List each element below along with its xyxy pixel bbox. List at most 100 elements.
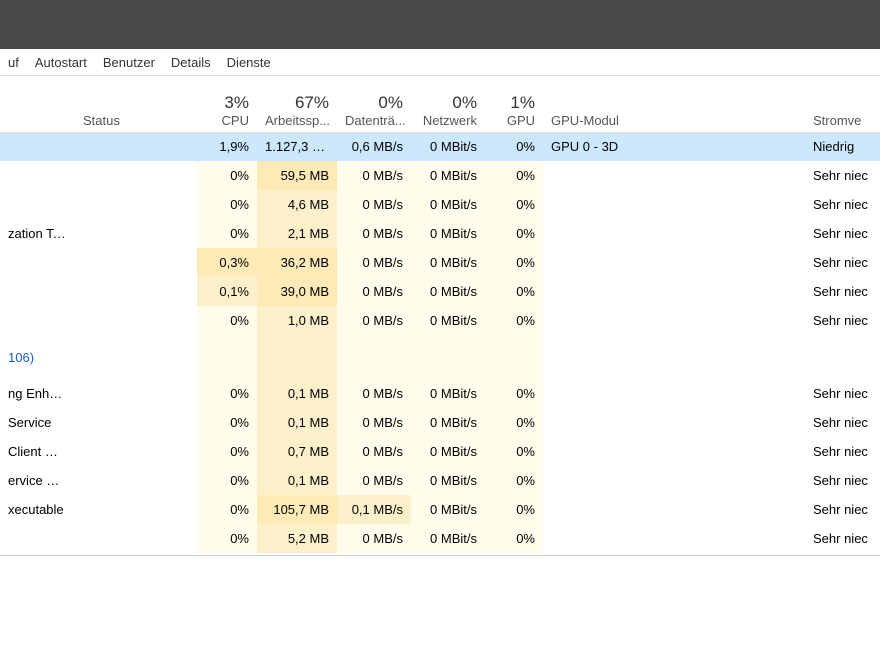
- col-header-cpu[interactable]: 3%CPU: [197, 76, 257, 132]
- network-cell: 0 MBit/s: [411, 161, 485, 190]
- memory-cell: 4,6 MB: [257, 190, 337, 219]
- cpu-cell: 0%: [197, 524, 257, 553]
- cpu-cell: 0,3%: [197, 248, 257, 277]
- disk-cell: 0,6 MB/s: [337, 132, 411, 161]
- status-cell: [75, 437, 197, 466]
- gpu-cell: 0%: [485, 524, 543, 553]
- cpu-cell: 0%: [197, 379, 257, 408]
- status-cell: [75, 379, 197, 408]
- gpu-module-cell: [543, 161, 805, 190]
- table-row[interactable]: ervice M...0%0,1 MB0 MB/s0 MBit/s0%Sehr …: [0, 466, 880, 495]
- tab-benutzer[interactable]: Benutzer: [95, 49, 163, 75]
- gpu-cell: 0%: [485, 306, 543, 335]
- table-row[interactable]: 0%1,0 MB0 MB/s0 MBit/s0%Sehr niec: [0, 306, 880, 335]
- col-header-network[interactable]: 0%Netzwerk: [411, 76, 485, 132]
- tab-truncated[interactable]: uf: [0, 49, 27, 75]
- process-name-cell: Client Mo...: [0, 437, 75, 466]
- process-name-cell: [0, 161, 75, 190]
- status-cell: [75, 306, 197, 335]
- network-cell: 0 MBit/s: [411, 277, 485, 306]
- gpu-cell: 0%: [485, 379, 543, 408]
- cpu-cell: [197, 335, 257, 379]
- disk-cell: 0 MB/s: [337, 437, 411, 466]
- process-name-cell: 106): [0, 335, 75, 379]
- status-cell: [75, 248, 197, 277]
- network-cell: 0 MBit/s: [411, 248, 485, 277]
- col-header-gpu-module[interactable]: GPU-Modul: [543, 76, 805, 132]
- gpu-cell: 0%: [485, 248, 543, 277]
- cpu-cell: 0%: [197, 408, 257, 437]
- power-cell: Sehr niec: [805, 161, 880, 190]
- col-header-disk[interactable]: 0%Datenträ...: [337, 76, 411, 132]
- memory-cell: 36,2 MB: [257, 248, 337, 277]
- table-row[interactable]: 0%4,6 MB0 MB/s0 MBit/s0%Sehr niec: [0, 190, 880, 219]
- gpu-cell: 0%: [485, 408, 543, 437]
- gpu-cell: 0%: [485, 219, 543, 248]
- disk-cell: 0,1 MB/s: [337, 495, 411, 524]
- cpu-cell: 0%: [197, 306, 257, 335]
- cpu-cell: 0%: [197, 161, 257, 190]
- table-row[interactable]: Service0%0,1 MB0 MB/s0 MBit/s0%Sehr niec: [0, 408, 880, 437]
- cpu-cell: 0%: [197, 495, 257, 524]
- disk-cell: 0 MB/s: [337, 524, 411, 553]
- cpu-cell: 0%: [197, 437, 257, 466]
- network-cell: 0 MBit/s: [411, 466, 485, 495]
- gpu-cell: 0%: [485, 132, 543, 161]
- network-cell: 0 MBit/s: [411, 524, 485, 553]
- gpu-module-cell: [543, 466, 805, 495]
- gpu-module-cell: [543, 190, 805, 219]
- status-cell: [75, 466, 197, 495]
- col-header-memory[interactable]: 67%Arbeitssp...: [257, 76, 337, 132]
- memory-cell: 1,0 MB: [257, 306, 337, 335]
- network-cell: 0 MBit/s: [411, 132, 485, 161]
- gpu-module-cell: [543, 248, 805, 277]
- col-header-power[interactable]: Stromve: [805, 76, 880, 132]
- tab-dienste[interactable]: Dienste: [219, 49, 279, 75]
- gpu-module-cell: [543, 277, 805, 306]
- gpu-module-cell: [543, 335, 805, 379]
- network-cell: [411, 335, 485, 379]
- memory-cell: 5,2 MB: [257, 524, 337, 553]
- col-header-gpu[interactable]: 1%GPU: [485, 76, 543, 132]
- memory-cell: 59,5 MB: [257, 161, 337, 190]
- process-table-wrap: Status 3%CPU 67%Arbeitssp... 0%Datenträ.…: [0, 76, 880, 556]
- col-header-status[interactable]: Status: [75, 76, 197, 132]
- memory-cell: 1.127,3 MB: [257, 132, 337, 161]
- tab-autostart[interactable]: Autostart: [27, 49, 95, 75]
- table-row[interactable]: 1,9%1.127,3 MB0,6 MB/s0 MBit/s0%GPU 0 - …: [0, 132, 880, 161]
- table-row[interactable]: ng Enhan...0%0,1 MB0 MB/s0 MBit/s0%Sehr …: [0, 379, 880, 408]
- gpu-cell: 0%: [485, 161, 543, 190]
- process-name-cell: zation Tool: [0, 219, 75, 248]
- network-cell: 0 MBit/s: [411, 306, 485, 335]
- table-row[interactable]: Client Mo...0%0,7 MB0 MB/s0 MBit/s0%Sehr…: [0, 437, 880, 466]
- tab-details[interactable]: Details: [163, 49, 219, 75]
- col-header-name[interactable]: [0, 76, 75, 132]
- table-row[interactable]: 0,3%36,2 MB0 MB/s0 MBit/s0%Sehr niec: [0, 248, 880, 277]
- status-cell: [75, 335, 197, 379]
- disk-cell: 0 MB/s: [337, 190, 411, 219]
- table-row[interactable]: 106): [0, 335, 880, 379]
- process-name-cell: xecutable: [0, 495, 75, 524]
- table-row[interactable]: 0,1%39,0 MB0 MB/s0 MBit/s0%Sehr niec: [0, 277, 880, 306]
- process-name-cell: [0, 190, 75, 219]
- power-cell: Sehr niec: [805, 379, 880, 408]
- gpu-module-cell: [543, 437, 805, 466]
- gpu-cell: 0%: [485, 190, 543, 219]
- table-row[interactable]: 0%5,2 MB0 MB/s0 MBit/s0%Sehr niec: [0, 524, 880, 553]
- network-cell: 0 MBit/s: [411, 379, 485, 408]
- memory-cell: 2,1 MB: [257, 219, 337, 248]
- disk-cell: 0 MB/s: [337, 466, 411, 495]
- cpu-cell: 0%: [197, 466, 257, 495]
- titlebar: [0, 0, 880, 49]
- status-cell: [75, 277, 197, 306]
- table-row[interactable]: 0%59,5 MB0 MB/s0 MBit/s0%Sehr niec: [0, 161, 880, 190]
- table-row[interactable]: xecutable0%105,7 MB0,1 MB/s0 MBit/s0%Seh…: [0, 495, 880, 524]
- power-cell: Sehr niec: [805, 248, 880, 277]
- network-cell: 0 MBit/s: [411, 219, 485, 248]
- process-name-cell: [0, 132, 75, 161]
- table-row[interactable]: zation Tool0%2,1 MB0 MB/s0 MBit/s0%Sehr …: [0, 219, 880, 248]
- power-cell: Sehr niec: [805, 306, 880, 335]
- disk-cell: 0 MB/s: [337, 161, 411, 190]
- memory-cell: 105,7 MB: [257, 495, 337, 524]
- gpu-module-cell: GPU 0 - 3D: [543, 132, 805, 161]
